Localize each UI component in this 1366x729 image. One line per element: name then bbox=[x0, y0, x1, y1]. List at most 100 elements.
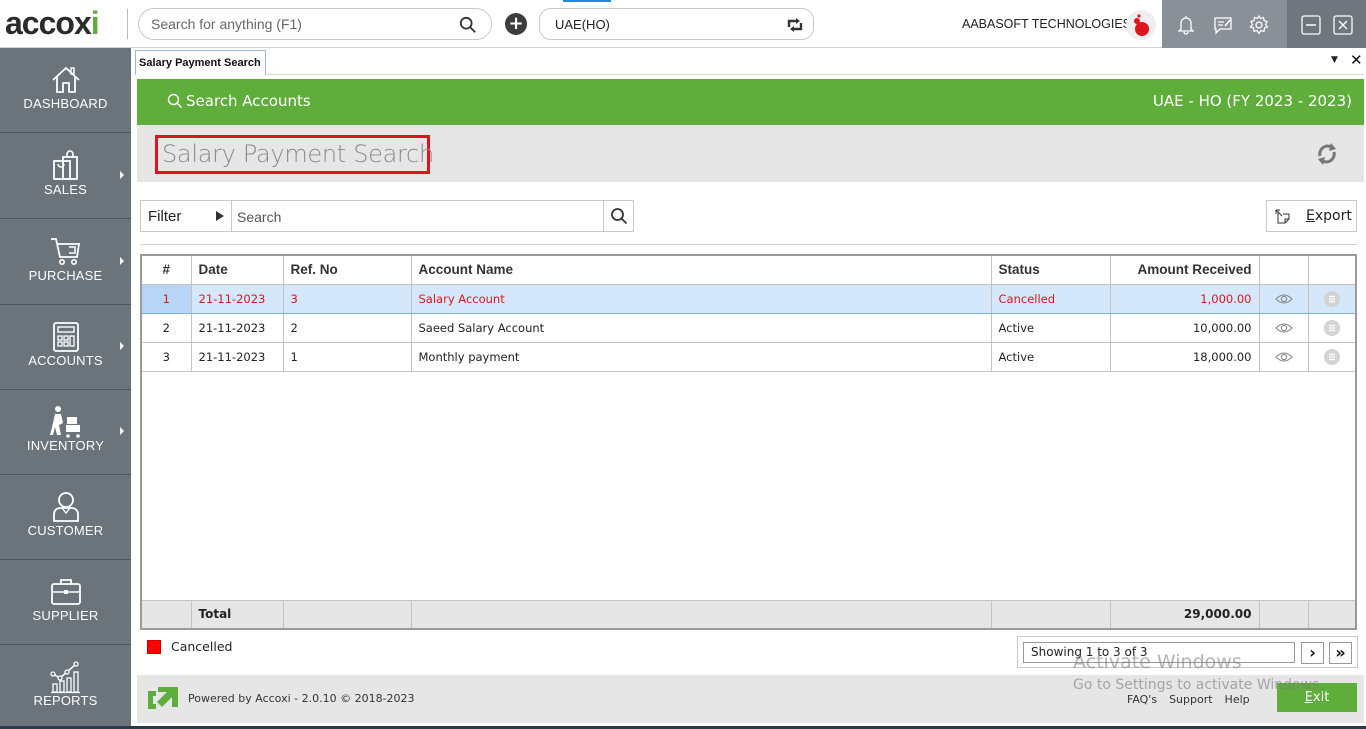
avatar-logo-icon bbox=[1134, 14, 1149, 36]
column-header-account-name[interactable]: Account Name bbox=[410, 256, 992, 285]
inventory-icon bbox=[49, 406, 80, 438]
add-button[interactable]: + bbox=[505, 13, 527, 35]
last-page-button[interactable]: » bbox=[1329, 642, 1352, 664]
cell-amount: 18,000.00 bbox=[1109, 341, 1260, 372]
export-mnemonic: E bbox=[1306, 208, 1315, 224]
search-input[interactable] bbox=[237, 207, 597, 227]
briefcase-icon bbox=[50, 579, 81, 605]
feedback-icon[interactable] bbox=[1212, 14, 1234, 36]
column-header-status[interactable]: Status bbox=[990, 256, 1111, 285]
pagination: Showing 1 to 3 of 3 › » bbox=[1017, 636, 1358, 668]
row-menu-icon[interactable] bbox=[1323, 319, 1340, 336]
total-row: Total 29,000.00 bbox=[142, 599, 1355, 628]
company-selector[interactable]: AABASOFT TECHNOLOGIES ▶ bbox=[962, 17, 1143, 31]
switch-branch-icon[interactable] bbox=[785, 15, 805, 35]
cell-ref-no: 2 bbox=[282, 312, 412, 343]
total-label: Total bbox=[190, 599, 284, 628]
filter-button[interactable]: Filter bbox=[148, 208, 181, 225]
active-indicator bbox=[563, 0, 611, 2]
logo-text-i: i bbox=[90, 4, 100, 41]
cell-date: 21-11-2023 bbox=[190, 341, 284, 372]
gear-icon[interactable] bbox=[1248, 14, 1270, 36]
cell-menu bbox=[1307, 341, 1355, 372]
filter-search-bar: Filter bbox=[140, 200, 634, 232]
sidebar-item-customer[interactable]: CUSTOMER bbox=[0, 475, 131, 560]
sidebar-item-dashboard[interactable]: DASHBOARD bbox=[0, 48, 131, 133]
column-header-number[interactable]: # bbox=[142, 256, 192, 285]
submenu-arrow-icon bbox=[120, 342, 124, 350]
sidebar-item-inventory[interactable]: INVENTORY bbox=[0, 390, 131, 475]
sidebar-item-accounts[interactable]: ACCOUNTS bbox=[0, 305, 131, 390]
row-menu-icon[interactable] bbox=[1323, 290, 1340, 307]
legend-label: Cancelled bbox=[171, 639, 233, 654]
search-icon[interactable] bbox=[610, 207, 628, 225]
eye-icon[interactable] bbox=[1274, 351, 1293, 363]
cell-account-name: Monthly payment bbox=[410, 341, 992, 372]
column-header-actions bbox=[1307, 256, 1355, 285]
page-title-highlight: Salary Payment Search bbox=[155, 135, 434, 174]
column-header-date[interactable]: Date bbox=[190, 256, 284, 285]
row-menu-icon[interactable] bbox=[1323, 348, 1340, 365]
table-row[interactable]: 3 21-11-2023 1 Monthly payment Active 18… bbox=[142, 341, 1355, 372]
divider bbox=[603, 201, 604, 231]
export-button[interactable]: Export bbox=[1266, 200, 1357, 232]
cell-account-name: Salary Account bbox=[410, 283, 992, 314]
cell-menu bbox=[1307, 312, 1355, 343]
total-amount: 29,000.00 bbox=[1109, 599, 1260, 628]
close-tab-icon[interactable]: ✕ bbox=[1350, 51, 1363, 69]
submenu-arrow-icon bbox=[120, 427, 124, 435]
cell-ref-no: 3 bbox=[282, 283, 412, 314]
branch-selector[interactable]: UAE(HO) bbox=[539, 8, 814, 40]
table-row[interactable]: 1 21-11-2023 3 Salary Account Cancelled … bbox=[142, 283, 1355, 314]
sidebar-item-sales[interactable]: SALES bbox=[0, 134, 131, 219]
title-bar: Salary Payment Search bbox=[137, 125, 1364, 182]
bell-icon[interactable] bbox=[1175, 14, 1197, 36]
total-cell-empty bbox=[142, 599, 192, 628]
cell-number: 2 bbox=[142, 312, 192, 343]
play-arrow-icon[interactable] bbox=[216, 211, 224, 221]
sidebar-item-reports[interactable]: REPORTS bbox=[0, 645, 131, 729]
table-row[interactable]: 2 21-11-2023 2 Saeed Salary Account Acti… bbox=[142, 312, 1355, 343]
help-link[interactable]: Help bbox=[1225, 693, 1250, 706]
shopping-bag-icon bbox=[52, 150, 78, 180]
company-avatar[interactable] bbox=[1126, 10, 1156, 40]
global-search-input[interactable] bbox=[151, 14, 451, 34]
close-window-icon[interactable] bbox=[1332, 14, 1354, 36]
logo-text: accox bbox=[5, 4, 92, 41]
salary-payments-table: # Date Ref. No Account Name Status Amoun… bbox=[140, 254, 1357, 630]
sidebar-label: CUSTOMER bbox=[27, 523, 104, 538]
global-search-box[interactable] bbox=[138, 8, 492, 40]
cell-number: 1 bbox=[142, 283, 192, 314]
next-page-button[interactable]: › bbox=[1301, 642, 1324, 664]
search-icon[interactable] bbox=[459, 16, 477, 34]
refresh-icon[interactable] bbox=[1312, 139, 1342, 169]
column-header-amount-received[interactable]: Amount Received bbox=[1109, 256, 1260, 285]
cell-date: 21-11-2023 bbox=[190, 283, 284, 314]
sidebar-item-purchase[interactable]: PURCHASE bbox=[0, 220, 131, 305]
plus-icon: + bbox=[508, 13, 524, 34]
cell-status: Cancelled bbox=[990, 283, 1111, 314]
footer: Powered by Accoxi - 2.0.10 © 2018-2023 F… bbox=[137, 675, 1364, 723]
faq-link[interactable]: FAQ's bbox=[1127, 693, 1157, 706]
eye-icon[interactable] bbox=[1274, 322, 1293, 334]
divider bbox=[231, 201, 232, 231]
total-cell-empty bbox=[990, 599, 1111, 628]
home-icon bbox=[51, 66, 80, 93]
cell-amount: 10,000.00 bbox=[1109, 312, 1260, 343]
support-link[interactable]: Support bbox=[1169, 693, 1212, 706]
column-header-ref-no[interactable]: Ref. No bbox=[282, 256, 412, 285]
tab-salary-payment-search[interactable]: Salary Payment Search bbox=[135, 50, 266, 75]
sidebar-label: REPORTS bbox=[33, 693, 98, 708]
eye-icon[interactable] bbox=[1274, 293, 1293, 305]
tab-list-dropdown-icon[interactable]: ▼ bbox=[1331, 55, 1338, 65]
section-header: Search Accounts UAE - HO (FY 2023 - 2023… bbox=[137, 79, 1364, 125]
column-header-view bbox=[1258, 256, 1309, 285]
submenu-arrow-icon bbox=[120, 257, 124, 265]
total-cell-empty bbox=[1307, 599, 1355, 628]
exit-label-rest: xit bbox=[1312, 690, 1330, 705]
sidebar-item-supplier[interactable]: SUPPLIER bbox=[0, 560, 131, 645]
cell-status: Active bbox=[990, 341, 1111, 372]
cell-view bbox=[1258, 283, 1309, 314]
minimize-icon[interactable] bbox=[1300, 14, 1322, 36]
exit-button[interactable]: Exit bbox=[1277, 683, 1357, 712]
